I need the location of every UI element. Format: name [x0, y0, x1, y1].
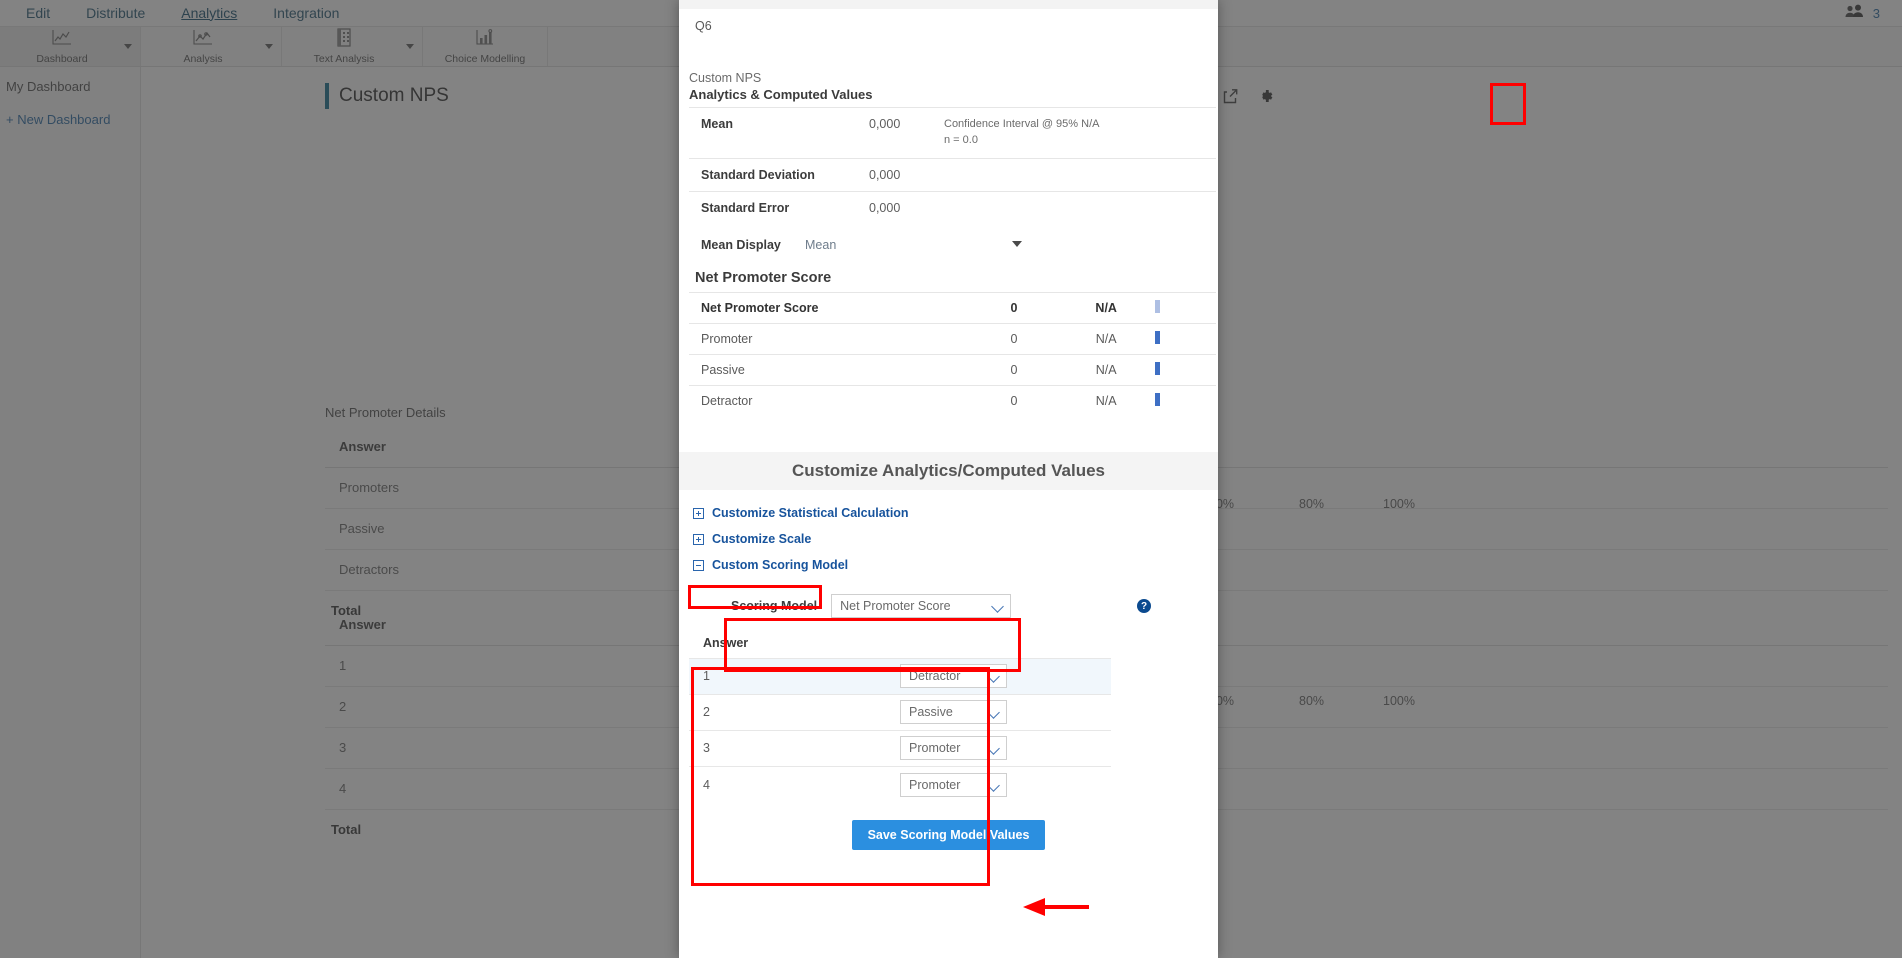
scoring-model-row: Scoring Model Net Promoter Score ?	[731, 594, 1151, 619]
scoring-model-value: Net Promoter Score	[840, 599, 951, 614]
table-row: Standard Deviation 0,000	[689, 157, 1216, 192]
save-button-wrap: Save Scoring Model Values	[679, 820, 1218, 851]
nps-count-promoter: 0	[970, 322, 1058, 355]
net-promoter-score-heading: Net Promoter Score	[695, 269, 832, 286]
row-label-standard-deviation: Standard Deviation	[689, 157, 869, 192]
row-value-mean: 0,000	[869, 107, 944, 159]
question-mark-icon[interactable]: ?	[1137, 599, 1151, 614]
sample-size-text: n = 0.0	[944, 133, 978, 146]
nps-swatch-promoter	[1154, 322, 1216, 355]
nps-label-detractor: Detractor	[689, 384, 971, 417]
pointer-arrow-annotation	[1023, 898, 1089, 916]
table-row[interactable]: 2 Passive	[689, 693, 1111, 731]
modal-subtitle: Custom NPS	[689, 71, 762, 85]
chevron-down-icon[interactable]	[987, 670, 1000, 684]
scoring-model-answer-table: Answer 1 Detractor 2 Passive 3 Promoter …	[689, 628, 1111, 803]
nps-pct-passive: N/A	[1057, 353, 1155, 386]
mean-display-row: Mean Display Mean	[689, 238, 1216, 252]
nps-label-promoter: Promoter	[689, 322, 971, 355]
nps-count-detractor: 0	[970, 384, 1058, 417]
answer-category-value-3: Promoter	[909, 741, 961, 756]
answer-index-2: 2	[689, 693, 900, 731]
nps-pct-total: N/A	[1057, 291, 1155, 324]
answer-category-value-1: Detractor	[909, 669, 961, 684]
accordion-label-statistical-calculation: Customize Statistical Calculation	[712, 506, 909, 521]
table-row[interactable]: 1 Detractor	[689, 657, 1111, 695]
table-row: Detractor 0 N/A	[689, 384, 1216, 417]
accordion-label-custom-scoring-model: Custom Scoring Model	[712, 558, 849, 573]
chevron-down-icon[interactable]	[1012, 240, 1022, 247]
accordion-item-statistical-calculation[interactable]: Customize Statistical Calculation	[693, 500, 1218, 526]
answer-index-1: 1	[689, 657, 900, 695]
mean-display-select[interactable]: Mean	[805, 237, 1022, 252]
table-row: Standard Error 0,000	[689, 190, 1216, 224]
mean-display-value: Mean	[805, 237, 837, 252]
chevron-down-icon[interactable]	[987, 742, 1000, 756]
modal-top-bar	[679, 0, 1218, 9]
analytics-heading: Analytics & Computed Values	[689, 87, 873, 102]
row-extra-standard-deviation	[944, 157, 1216, 192]
nps-pct-detractor: N/A	[1057, 384, 1155, 417]
answer-category-select-3[interactable]: Promoter	[900, 736, 1007, 761]
answer-select-cell-2: Passive	[900, 693, 1111, 731]
analytics-computed-values-table: Mean 0,000 Confidence Interval @ 95% N/A…	[689, 107, 1216, 224]
nps-label-total: Net Promoter Score	[689, 291, 971, 324]
row-extra-mean: Confidence Interval @ 95% N/A n = 0.0	[944, 107, 1216, 159]
nps-swatch-total	[1154, 291, 1216, 324]
net-promoter-score-table: Net Promoter Score 0 N/A Promoter 0 N/A …	[689, 291, 1216, 417]
nps-count-total: 0	[970, 291, 1058, 324]
column-header-answer: Answer	[703, 636, 749, 651]
table-row: Mean 0,000 Confidence Interval @ 95% N/A…	[689, 107, 1216, 159]
answer-select-cell-3: Promoter	[900, 729, 1111, 767]
answer-select-cell-1: Detractor	[900, 657, 1111, 695]
table-header-row: Answer	[689, 628, 1111, 658]
table-row: Passive 0 N/A	[689, 353, 1216, 386]
accordion-item-customize-scale[interactable]: Customize Scale	[693, 526, 1218, 552]
nps-pct-promoter: N/A	[1057, 322, 1155, 355]
answer-category-select-1[interactable]: Detractor	[900, 664, 1007, 689]
customize-accordion: Customize Statistical Calculation Custom…	[679, 490, 1218, 578]
mean-display-label: Mean Display	[701, 237, 781, 252]
nps-swatch-passive	[1154, 353, 1216, 386]
answer-category-select-2[interactable]: Passive	[900, 700, 1007, 725]
answer-category-value-4: Promoter	[909, 777, 961, 792]
customize-section-heading: Customize Analytics/Computed Values	[679, 452, 1218, 491]
chevron-down-icon[interactable]	[991, 600, 1004, 614]
answer-select-cell-4: Promoter	[900, 765, 1111, 803]
save-scoring-model-button[interactable]: Save Scoring Model Values	[851, 820, 1046, 851]
accordion-item-custom-scoring-model[interactable]: Custom Scoring Model	[693, 552, 1218, 578]
chevron-down-icon[interactable]	[987, 778, 1000, 792]
chevron-down-icon[interactable]	[987, 706, 1000, 720]
row-extra-standard-error	[944, 190, 1216, 224]
confidence-interval-text: Confidence Interval @ 95% N/A	[944, 118, 1100, 130]
accordion-label-customize-scale: Customize Scale	[712, 532, 812, 547]
table-row: Net Promoter Score 0 N/A	[689, 291, 1216, 324]
expand-plus-icon[interactable]	[693, 507, 704, 519]
expand-plus-icon[interactable]	[693, 533, 704, 545]
nps-label-passive: Passive	[689, 353, 971, 386]
question-label: Q6	[695, 19, 712, 33]
scoring-model-select[interactable]: Net Promoter Score	[831, 594, 1012, 619]
row-label-standard-error: Standard Error	[689, 190, 869, 224]
table-row[interactable]: 3 Promoter	[689, 729, 1111, 767]
nps-count-passive: 0	[970, 353, 1058, 386]
answer-index-3: 3	[689, 729, 900, 767]
answer-index-4: 4	[689, 765, 900, 803]
nps-swatch-detractor	[1154, 384, 1216, 417]
row-value-standard-error: 0,000	[869, 190, 944, 224]
answer-category-select-4[interactable]: Promoter	[900, 772, 1007, 797]
row-value-standard-deviation: 0,000	[869, 157, 944, 192]
screen: Edit Distribute Analytics Integration 3	[0, 0, 1902, 958]
answer-category-value-2: Passive	[909, 705, 953, 720]
scoring-model-label: Scoring Model	[731, 599, 818, 614]
row-label-mean: Mean	[689, 107, 869, 159]
analytics-settings-modal: Q6 Custom NPS Analytics & Computed Value…	[679, 0, 1218, 958]
collapse-minus-icon[interactable]	[693, 559, 704, 571]
table-row: Promoter 0 N/A	[689, 322, 1216, 355]
table-row[interactable]: 4 Promoter	[689, 765, 1111, 803]
